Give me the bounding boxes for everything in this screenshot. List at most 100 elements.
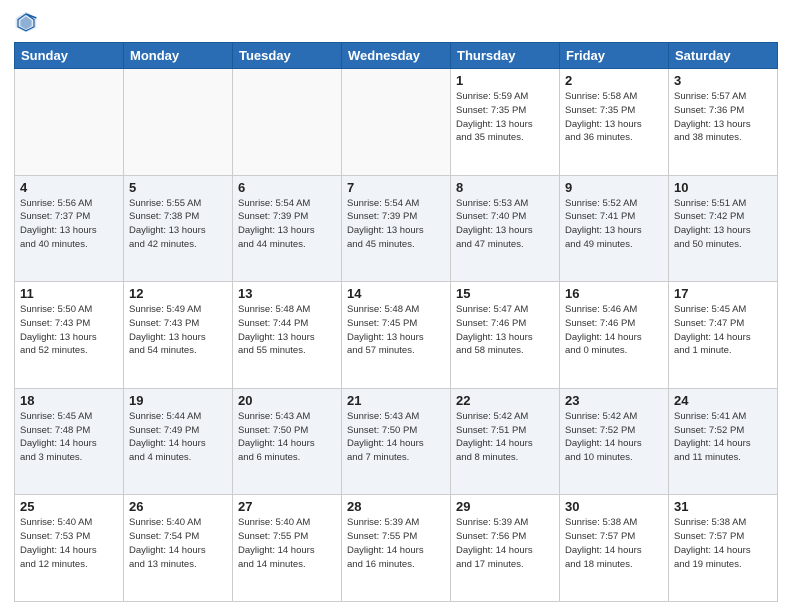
- header: [14, 10, 778, 34]
- calendar-cell: 10 Sunrise: 5:51 AM Sunset: 7:42 PM Dayli…: [669, 175, 778, 282]
- logo: [14, 10, 42, 34]
- calendar-cell: 3 Sunrise: 5:57 AM Sunset: 7:36 PM Daylig…: [669, 69, 778, 176]
- calendar-cell: 21 Sunrise: 5:43 AM Sunset: 7:50 PM Dayli…: [342, 388, 451, 495]
- day-info: Sunrise: 5:54 AM Sunset: 7:39 PM Dayligh…: [347, 197, 445, 252]
- day-header-saturday: Saturday: [669, 43, 778, 69]
- day-info: Sunrise: 5:55 AM Sunset: 7:38 PM Dayligh…: [129, 197, 227, 252]
- calendar-cell: 29 Sunrise: 5:39 AM Sunset: 7:56 PM Dayli…: [451, 495, 560, 602]
- logo-icon: [14, 10, 38, 34]
- day-number: 29: [456, 499, 554, 514]
- day-info: Sunrise: 5:39 AM Sunset: 7:56 PM Dayligh…: [456, 516, 554, 571]
- day-info: Sunrise: 5:39 AM Sunset: 7:55 PM Dayligh…: [347, 516, 445, 571]
- day-number: 11: [20, 286, 118, 301]
- calendar-cell: [342, 69, 451, 176]
- day-number: 10: [674, 180, 772, 195]
- day-info: Sunrise: 5:40 AM Sunset: 7:54 PM Dayligh…: [129, 516, 227, 571]
- day-number: 13: [238, 286, 336, 301]
- calendar-cell: 15 Sunrise: 5:47 AM Sunset: 7:46 PM Dayli…: [451, 282, 560, 389]
- day-header-thursday: Thursday: [451, 43, 560, 69]
- day-info: Sunrise: 5:59 AM Sunset: 7:35 PM Dayligh…: [456, 90, 554, 145]
- calendar-cell: 11 Sunrise: 5:50 AM Sunset: 7:43 PM Dayli…: [15, 282, 124, 389]
- day-header-friday: Friday: [560, 43, 669, 69]
- day-number: 20: [238, 393, 336, 408]
- calendar-cell: 1 Sunrise: 5:59 AM Sunset: 7:35 PM Daylig…: [451, 69, 560, 176]
- calendar-cell: 19 Sunrise: 5:44 AM Sunset: 7:49 PM Dayli…: [124, 388, 233, 495]
- calendar-cell: [15, 69, 124, 176]
- day-header-wednesday: Wednesday: [342, 43, 451, 69]
- day-info: Sunrise: 5:57 AM Sunset: 7:36 PM Dayligh…: [674, 90, 772, 145]
- day-info: Sunrise: 5:52 AM Sunset: 7:41 PM Dayligh…: [565, 197, 663, 252]
- day-number: 31: [674, 499, 772, 514]
- day-number: 22: [456, 393, 554, 408]
- day-info: Sunrise: 5:42 AM Sunset: 7:51 PM Dayligh…: [456, 410, 554, 465]
- calendar-cell: 7Sunrise: 5:54 AM Sunset: 7:39 PM Daylig…: [342, 175, 451, 282]
- day-number: 12: [129, 286, 227, 301]
- calendar-cell: 28Sunrise: 5:39 AM Sunset: 7:55 PM Dayli…: [342, 495, 451, 602]
- day-number: 3: [674, 73, 772, 88]
- calendar-cell: 2 Sunrise: 5:58 AM Sunset: 7:35 PM Daylig…: [560, 69, 669, 176]
- day-info: Sunrise: 5:45 AM Sunset: 7:47 PM Dayligh…: [674, 303, 772, 358]
- day-info: Sunrise: 5:49 AM Sunset: 7:43 PM Dayligh…: [129, 303, 227, 358]
- day-number: 17: [674, 286, 772, 301]
- day-number: 15: [456, 286, 554, 301]
- day-info: Sunrise: 5:53 AM Sunset: 7:40 PM Dayligh…: [456, 197, 554, 252]
- day-info: Sunrise: 5:46 AM Sunset: 7:46 PM Dayligh…: [565, 303, 663, 358]
- day-number: 16: [565, 286, 663, 301]
- day-info: Sunrise: 5:44 AM Sunset: 7:49 PM Dayligh…: [129, 410, 227, 465]
- calendar-header-row: SundayMondayTuesdayWednesdayThursdayFrid…: [15, 43, 778, 69]
- day-number: 30: [565, 499, 663, 514]
- calendar-cell: 26Sunrise: 5:40 AM Sunset: 7:54 PM Dayli…: [124, 495, 233, 602]
- calendar-cell: 12 Sunrise: 5:49 AM Sunset: 7:43 PM Dayli…: [124, 282, 233, 389]
- day-header-tuesday: Tuesday: [233, 43, 342, 69]
- page-container: SundayMondayTuesdayWednesdayThursdayFrid…: [0, 0, 792, 612]
- calendar-cell: 6 Sunrise: 5:54 AM Sunset: 7:39 PM Daylig…: [233, 175, 342, 282]
- day-number: 2: [565, 73, 663, 88]
- calendar-week-row: 18Sunrise: 5:45 AM Sunset: 7:48 PM Dayli…: [15, 388, 778, 495]
- day-header-monday: Monday: [124, 43, 233, 69]
- calendar-table: SundayMondayTuesdayWednesdayThursdayFrid…: [14, 42, 778, 602]
- day-info: Sunrise: 5:43 AM Sunset: 7:50 PM Dayligh…: [238, 410, 336, 465]
- day-number: 1: [456, 73, 554, 88]
- day-number: 23: [565, 393, 663, 408]
- calendar-cell: 13 Sunrise: 5:48 AM Sunset: 7:44 PM Dayli…: [233, 282, 342, 389]
- calendar-cell: 17 Sunrise: 5:45 AM Sunset: 7:47 PM Dayli…: [669, 282, 778, 389]
- day-number: 24: [674, 393, 772, 408]
- calendar-cell: 16 Sunrise: 5:46 AM Sunset: 7:46 PM Dayli…: [560, 282, 669, 389]
- day-number: 27: [238, 499, 336, 514]
- day-number: 25: [20, 499, 118, 514]
- day-number: 14: [347, 286, 445, 301]
- day-info: Sunrise: 5:41 AM Sunset: 7:52 PM Dayligh…: [674, 410, 772, 465]
- calendar-cell: 8Sunrise: 5:53 AM Sunset: 7:40 PM Daylig…: [451, 175, 560, 282]
- calendar-cell: 14 Sunrise: 5:48 AM Sunset: 7:45 PM Dayli…: [342, 282, 451, 389]
- day-info: Sunrise: 5:40 AM Sunset: 7:55 PM Dayligh…: [238, 516, 336, 571]
- day-info: Sunrise: 5:58 AM Sunset: 7:35 PM Dayligh…: [565, 90, 663, 145]
- calendar-week-row: 4Sunrise: 5:56 AM Sunset: 7:37 PM Daylig…: [15, 175, 778, 282]
- calendar-cell: 30 Sunrise: 5:38 AM Sunset: 7:57 PM Dayli…: [560, 495, 669, 602]
- day-number: 6: [238, 180, 336, 195]
- calendar-cell: 31Sunrise: 5:38 AM Sunset: 7:57 PM Dayli…: [669, 495, 778, 602]
- calendar-cell: 24 Sunrise: 5:41 AM Sunset: 7:52 PM Dayli…: [669, 388, 778, 495]
- day-number: 4: [20, 180, 118, 195]
- day-info: Sunrise: 5:38 AM Sunset: 7:57 PM Dayligh…: [565, 516, 663, 571]
- day-number: 9: [565, 180, 663, 195]
- day-info: Sunrise: 5:51 AM Sunset: 7:42 PM Dayligh…: [674, 197, 772, 252]
- calendar-week-row: 25 Sunrise: 5:40 AM Sunset: 7:53 PM Dayli…: [15, 495, 778, 602]
- day-info: Sunrise: 5:47 AM Sunset: 7:46 PM Dayligh…: [456, 303, 554, 358]
- calendar-cell: 22 Sunrise: 5:42 AM Sunset: 7:51 PM Dayli…: [451, 388, 560, 495]
- day-info: Sunrise: 5:50 AM Sunset: 7:43 PM Dayligh…: [20, 303, 118, 358]
- calendar-cell: 20 Sunrise: 5:43 AM Sunset: 7:50 PM Dayli…: [233, 388, 342, 495]
- day-number: 19: [129, 393, 227, 408]
- day-number: 5: [129, 180, 227, 195]
- day-info: Sunrise: 5:54 AM Sunset: 7:39 PM Dayligh…: [238, 197, 336, 252]
- day-number: 21: [347, 393, 445, 408]
- day-info: Sunrise: 5:48 AM Sunset: 7:45 PM Dayligh…: [347, 303, 445, 358]
- calendar-week-row: 1 Sunrise: 5:59 AM Sunset: 7:35 PM Daylig…: [15, 69, 778, 176]
- day-info: Sunrise: 5:48 AM Sunset: 7:44 PM Dayligh…: [238, 303, 336, 358]
- calendar-cell: 25 Sunrise: 5:40 AM Sunset: 7:53 PM Dayli…: [15, 495, 124, 602]
- calendar-cell: 18Sunrise: 5:45 AM Sunset: 7:48 PM Dayli…: [15, 388, 124, 495]
- day-info: Sunrise: 5:40 AM Sunset: 7:53 PM Dayligh…: [20, 516, 118, 571]
- calendar-cell: [124, 69, 233, 176]
- day-info: Sunrise: 5:43 AM Sunset: 7:50 PM Dayligh…: [347, 410, 445, 465]
- day-info: Sunrise: 5:45 AM Sunset: 7:48 PM Dayligh…: [20, 410, 118, 465]
- calendar-week-row: 11 Sunrise: 5:50 AM Sunset: 7:43 PM Dayli…: [15, 282, 778, 389]
